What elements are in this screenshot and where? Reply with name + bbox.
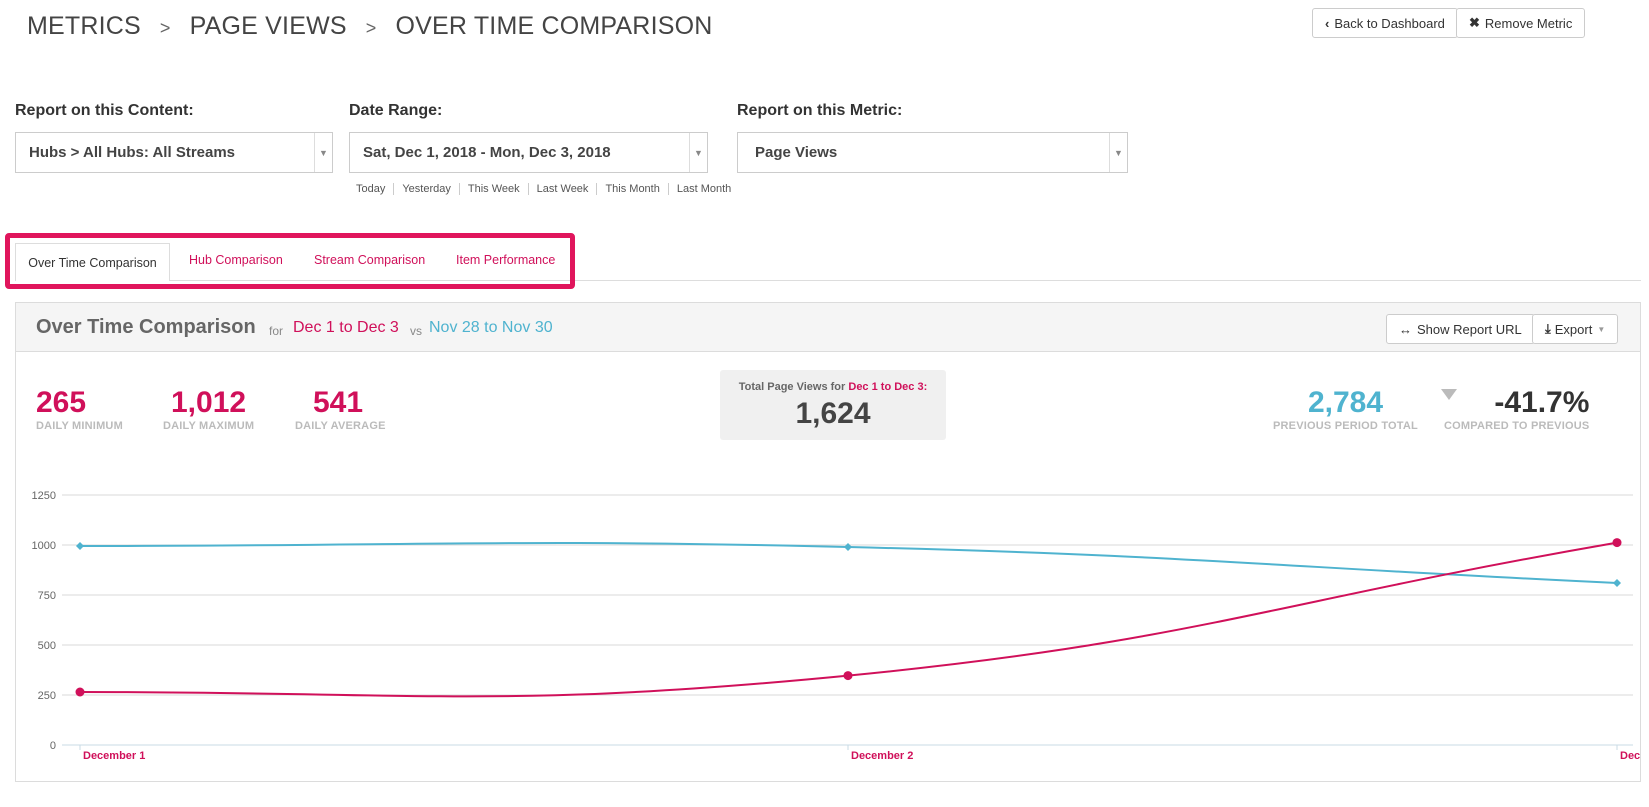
y-tick-label: 750 xyxy=(38,590,56,602)
data-point-previous xyxy=(76,542,84,550)
x-tick-label: December 2 xyxy=(851,750,913,762)
y-tick-label: 0 xyxy=(50,740,56,752)
y-tick-label: 1000 xyxy=(32,540,56,552)
data-point-current xyxy=(843,671,853,681)
x-tick-label: Dec xyxy=(1620,750,1640,762)
y-tick-label: 500 xyxy=(38,640,56,652)
data-point-previous xyxy=(844,543,852,551)
data-point-current xyxy=(75,687,85,697)
y-tick-label: 1250 xyxy=(32,490,56,502)
x-tick-label: December 1 xyxy=(83,750,145,762)
data-point-previous xyxy=(1613,579,1621,587)
y-tick-label: 250 xyxy=(38,690,56,702)
page-views-chart: 0 250 500 750 1000 1250 December 1 December 2 De… xyxy=(32,490,1641,762)
data-point-current xyxy=(1612,538,1622,548)
